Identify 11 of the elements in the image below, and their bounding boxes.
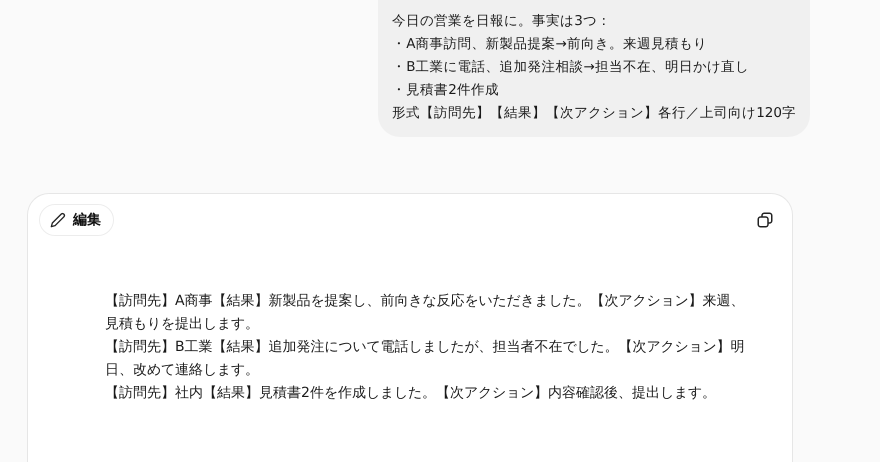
- message-line: 形式【訪問先】【結果】【次アクション】各行／上司向け120字: [392, 104, 796, 123]
- message-line: ・見積書2件作成: [392, 81, 500, 100]
- pencil-icon: [50, 212, 66, 228]
- edit-button[interactable]: 編集: [39, 204, 114, 236]
- response-paragraph: 【訪問先】A商事【結果】新製品を提案し、前向きな反応をいただきました。【次アクション】来週、見積もりを提出します。: [105, 292, 745, 334]
- message-line: 今日の営業を日報に。事実は3つ：: [392, 12, 612, 31]
- response-paragraph: 【訪問先】B工業【結果】追加発注について電話しましたが、担当者不在でした。【次アクション】明日、改めて連絡します。: [105, 338, 745, 380]
- message-line: ・A商事訪問、新製品提案→前向き。来週見積もり: [392, 35, 708, 54]
- copy-button[interactable]: [756, 211, 774, 229]
- message-line: ・B工業に電話、追加発注相談→担当不在、明日かけ直し: [392, 58, 750, 77]
- response-paragraph: 【訪問先】社内【結果】見積書2件を作成しました。【次アクション】内容確認後、提出します。: [105, 384, 717, 403]
